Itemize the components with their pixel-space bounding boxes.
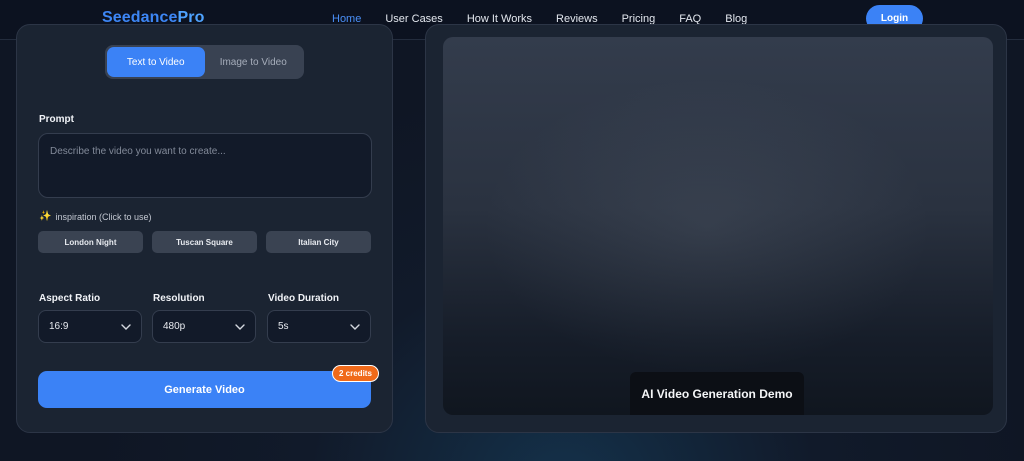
generator-panel: Text to Video Image to Video Prompt ✨ in… [16, 24, 393, 433]
sparkle-icon: ✨ [39, 211, 52, 222]
chevron-down-icon [350, 323, 360, 330]
resolution-label: Resolution [153, 293, 205, 304]
tab-text-to-video[interactable]: Text to Video [107, 47, 205, 77]
aspect-ratio-label: Aspect Ratio [39, 293, 101, 304]
inspiration-chip-london-night[interactable]: London Night [38, 231, 143, 253]
inspiration-chip-italian-city[interactable]: Italian City [266, 231, 371, 253]
chevron-down-icon [121, 323, 131, 330]
mode-toggle: Text to Video Image to Video [105, 45, 304, 79]
video-duration-value: 5s [278, 321, 289, 332]
prompt-input[interactable] [38, 133, 372, 198]
resolution-value: 480p [163, 321, 186, 332]
preview-panel: AI Video Generation Demo [425, 24, 1007, 433]
tab-image-to-video[interactable]: Image to Video [205, 47, 303, 77]
aspect-ratio-value: 16:9 [49, 321, 69, 332]
inspiration-label: inspiration (Click to use) [55, 211, 152, 222]
video-preview[interactable]: AI Video Generation Demo [443, 37, 993, 415]
generate-video-button[interactable]: Generate Video [38, 371, 371, 408]
prompt-label: Prompt [39, 114, 74, 125]
credits-badge: 2 credits [332, 365, 379, 382]
inspiration-chip-tuscan-square[interactable]: Tuscan Square [152, 231, 257, 253]
nav-user-cases[interactable]: User Cases [385, 13, 442, 25]
chevron-down-icon [235, 323, 245, 330]
video-duration-label: Video Duration [268, 293, 339, 304]
video-duration-select[interactable]: 5s [267, 310, 371, 343]
inspiration-hint: ✨ inspiration (Click to use) [39, 211, 152, 222]
aspect-ratio-select[interactable]: 16:9 [38, 310, 142, 343]
resolution-select[interactable]: 480p [152, 310, 256, 343]
demo-caption: AI Video Generation Demo [630, 372, 804, 415]
